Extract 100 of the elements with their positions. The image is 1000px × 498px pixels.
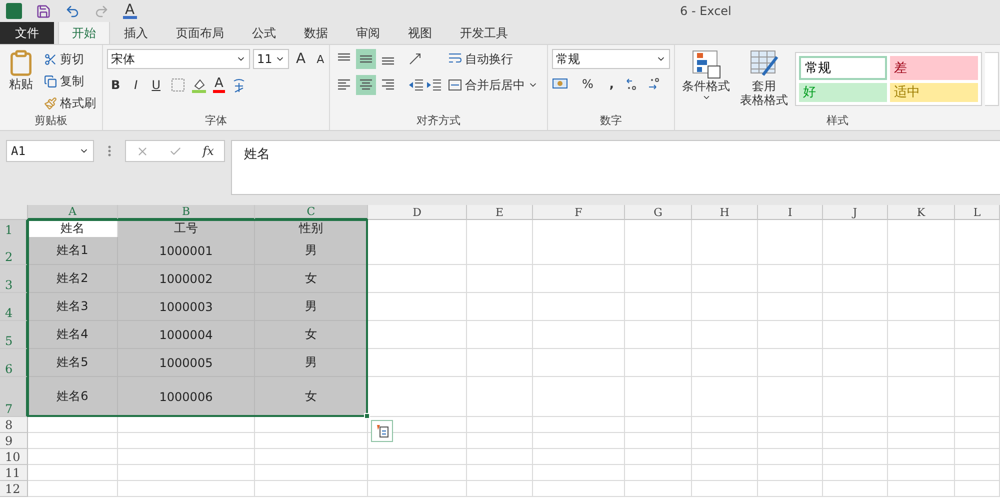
table-cell: 女 [255,265,368,293]
row-header[interactable]: 3 [0,265,28,293]
table-cell: 姓名2 [28,265,118,293]
table-cell: 女 [255,377,368,417]
scissors-icon [44,52,57,66]
ribbon-tab[interactable]: 开发工具 [446,21,522,44]
merge-icon [448,78,462,92]
conditional-format-button[interactable]: 条件格式 [679,49,733,114]
fill-handle[interactable] [364,413,370,419]
group-label: 数字 [599,114,623,129]
formula-input[interactable]: 姓名 [231,140,1000,195]
comma-button[interactable]: , [605,77,618,91]
font-color-button[interactable]: A [123,4,137,18]
shrink-font-button[interactable]: A [312,52,328,66]
font-color-button[interactable]: A [212,78,226,92]
quick-analysis-button[interactable] [371,420,393,442]
name-box[interactable]: A1 [6,140,94,162]
column-header[interactable]: F [533,205,625,220]
table-cell: 姓名3 [28,293,118,321]
column-header[interactable]: A [28,205,118,220]
italic-button[interactable]: I [130,78,142,92]
column-header[interactable]: I [758,205,823,220]
column-header[interactable]: G [625,205,692,220]
cell-style-item[interactable]: 差 [890,56,978,80]
insert-function-button[interactable]: fx [202,144,214,158]
ribbon-tab[interactable]: 数据 [290,21,342,44]
table-cell: 姓名4 [28,321,118,349]
grow-font-button[interactable]: A [292,51,310,67]
ribbon-tab[interactable]: 公式 [238,21,290,44]
column-header[interactable]: E [467,205,533,220]
percent-button[interactable]: % [578,77,598,91]
row-header[interactable]: 6 [0,349,28,377]
column-header[interactable]: C [255,205,368,220]
row-header[interactable]: 10 [0,449,28,465]
row-header[interactable]: 5 [0,321,28,349]
ribbon-tab[interactable]: 插入 [110,21,162,44]
underline-button[interactable]: U [148,78,164,92]
grip-icon [108,145,111,157]
ribbon-tab[interactable]: 页面布局 [162,21,238,44]
wrap-text-button[interactable]: 自动换行 [446,49,540,69]
increase-indent-icon[interactable] [426,79,442,91]
column-header[interactable]: B [118,205,255,220]
group-label: 样式 [826,114,850,129]
row-header[interactable]: 2 [0,237,28,265]
column-header[interactable]: K [888,205,955,220]
number-format-field[interactable]: 常规 [552,49,670,69]
align-lines-icon [381,79,395,91]
table-cell: 姓名5 [28,349,118,377]
table-cell: 1000005 [118,349,255,377]
cancel-icon [136,144,150,158]
quick-analysis-icon [375,424,389,438]
column-header[interactable]: L [955,205,1000,220]
vertical-align-button[interactable] [356,49,376,69]
merge-center-button[interactable]: 合并后居中 [446,75,540,95]
decrease-indent-icon[interactable] [408,79,424,91]
group-label: 对齐方式 [416,114,462,129]
row-header[interactable]: 9 [0,433,28,449]
row-header[interactable]: 11 [0,465,28,481]
align-lines-icon [359,79,373,91]
conditional-format-icon [691,49,721,79]
table-cell: 男 [255,349,368,377]
ribbon-tab[interactable]: 视图 [394,21,446,44]
table-style-icon [749,49,779,79]
window-title: 6 - Excel [680,4,732,18]
row-header[interactable]: 7 [0,377,28,417]
file-tab[interactable]: 文件 [0,21,54,44]
copy-button[interactable]: 复制 [42,71,98,91]
ribbon-tab[interactable]: 审阅 [342,21,394,44]
font-name-field[interactable]: 宋体 [107,49,250,69]
bold-button[interactable]: B [107,78,124,92]
format-painter-button[interactable]: 格式刷 [42,93,98,113]
row-header[interactable]: 12 [0,481,28,497]
align-lines-icon [359,53,373,65]
row-header[interactable]: 1 [0,220,28,238]
font-size-field[interactable]: 11 [253,49,289,69]
decrease-decimal-icon[interactable] [648,77,662,91]
row-header[interactable]: 8 [0,417,28,433]
cut-button[interactable]: 剪切 [42,49,98,69]
paste-button[interactable]: 粘贴 [4,49,38,114]
copy-icon [44,74,57,88]
column-header[interactable]: H [692,205,758,220]
table-cell: 1000002 [118,265,255,293]
table-cell: 姓名1 [28,237,118,265]
horizontal-align-button[interactable] [356,75,376,95]
table-cell: 1000006 [118,377,255,417]
border-icon[interactable] [170,78,184,92]
format-as-table-button[interactable]: 套用 表格格式 [737,49,791,114]
column-header[interactable]: D [368,205,467,220]
table-cell: 1000001 [118,237,255,265]
fill-color-icon[interactable] [190,77,206,93]
currency-icon[interactable] [552,77,570,91]
column-header[interactable]: J [823,205,888,220]
cell-style-item[interactable]: 常规 [799,56,887,80]
table-cell: 1000003 [118,293,255,321]
group-label: 剪贴板 [34,114,68,129]
ribbon-tab[interactable]: 开始 [58,21,110,44]
check-icon [169,144,182,158]
align-lines-icon [337,79,351,91]
row-header[interactable]: 4 [0,293,28,321]
group-label: 字体 [204,114,228,129]
